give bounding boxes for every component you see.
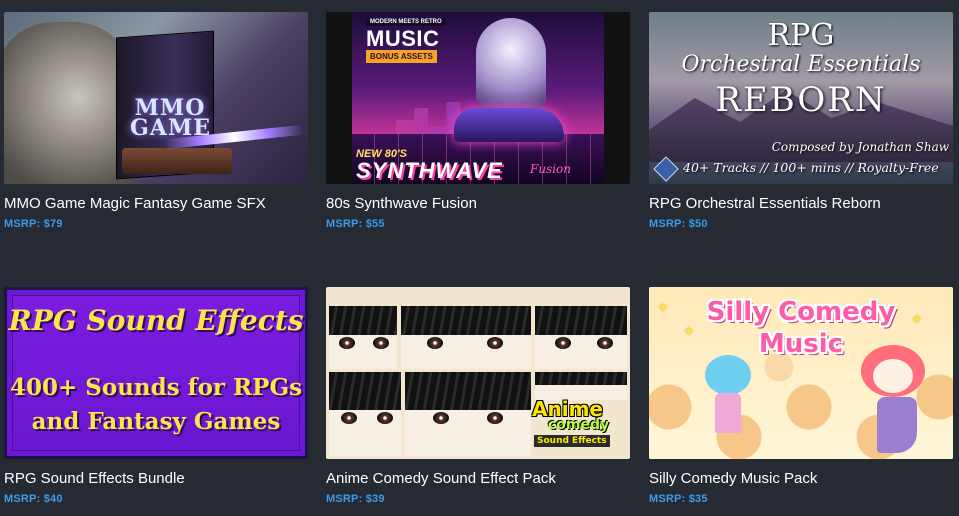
- art-main-text: SYNTHWAVE: [356, 158, 503, 183]
- letterbox-left: [326, 12, 352, 184]
- product-thumbnail[interactable]: Anime comedy Sound Effects: [326, 287, 630, 459]
- wizard-illustration: [4, 22, 134, 184]
- art-line-3: REBORN: [715, 80, 887, 120]
- art-composer: Composed by Jonathan Shaw: [771, 140, 949, 154]
- product-card[interactable]: ✦ ✦ ✦ Silly Comedy Music Silly Comedy Mu…: [649, 287, 953, 505]
- letterbox-right: [604, 12, 630, 184]
- art-info: 40+ Tracks // 100+ mins // Royalty-Free: [683, 160, 939, 175]
- product-price: MSRP: $35: [649, 493, 708, 505]
- manga-panel: [326, 369, 404, 459]
- product-price: MSRP: $50: [649, 218, 708, 230]
- product-price: MSRP: $39: [326, 493, 385, 505]
- chest-illustration: [122, 148, 232, 174]
- product-thumbnail[interactable]: ✦ ✦ ✦ Silly Comedy Music: [649, 287, 953, 459]
- art-line-1: RPG Sound Effects: [8, 304, 304, 337]
- manga-panel: [326, 303, 400, 373]
- art-tagline: MODERN MEETS RETRO: [366, 18, 446, 26]
- product-title[interactable]: 80s Synthwave Fusion: [326, 195, 630, 212]
- product-price: MSRP: $55: [326, 218, 385, 230]
- product-thumbnail[interactable]: MODERN MEETS RETRO MUSIC BONUS ASSETS NE…: [326, 12, 630, 184]
- manga-panel: [532, 303, 630, 373]
- art-script-text: Fusion: [530, 162, 572, 176]
- character-illustration-left: [705, 355, 751, 445]
- product-title[interactable]: Anime Comedy Sound Effect Pack: [326, 470, 630, 487]
- art-line-2: 400+ Sounds for RPGs: [9, 374, 303, 401]
- art-line-2: Orchestral Essentials: [681, 52, 921, 77]
- product-title[interactable]: RPG Sound Effects Bundle: [4, 470, 308, 487]
- art-line-2: Music: [758, 329, 844, 359]
- car-illustration: [454, 108, 564, 142]
- product-card[interactable]: Anime comedy Sound Effects Anime Comedy …: [326, 287, 630, 505]
- character-illustration-right: [861, 345, 925, 455]
- art-line-3: and Fantasy Games: [31, 408, 281, 435]
- product-thumbnail[interactable]: RPG Orchestral Essentials REBORN Compose…: [649, 12, 953, 184]
- product-card[interactable]: RPG Sound Effects 400+ Sounds for RPGs a…: [4, 287, 308, 505]
- product-title[interactable]: MMO Game Magic Fantasy Game SFX: [4, 195, 308, 212]
- art-line-1: Silly Comedy: [706, 297, 896, 327]
- product-title[interactable]: RPG Orchestral Essentials Reborn: [649, 195, 953, 212]
- logo-text-comedy: comedy: [548, 417, 610, 433]
- product-price: MSRP: $40: [4, 493, 63, 505]
- product-card[interactable]: RPG Orchestral Essentials REBORN Compose…: [649, 12, 953, 230]
- product-thumbnail[interactable]: RPG Sound Effects 400+ Sounds for RPGs a…: [4, 287, 308, 459]
- product-thumbnail[interactable]: MMO GAME: [4, 12, 308, 184]
- product-card[interactable]: MMO GAME MMO Game Magic Fantasy Game SFX…: [4, 12, 308, 230]
- manga-panel: [402, 369, 534, 459]
- product-title[interactable]: Silly Comedy Music Pack: [649, 470, 953, 487]
- manga-panel: [398, 303, 534, 373]
- art-heading: MUSIC: [366, 26, 440, 51]
- anime-comedy-logo: Anime comedy Sound Effects: [532, 397, 610, 453]
- logo-text-sfx: Sound Effects: [534, 435, 610, 447]
- box-art-text: MMO GAME: [130, 95, 211, 141]
- art-bonus-badge: BONUS ASSETS: [366, 50, 437, 63]
- product-card[interactable]: MODERN MEETS RETRO MUSIC BONUS ASSETS NE…: [326, 12, 630, 230]
- robot-illustration: [476, 18, 546, 108]
- product-grid: MMO GAME MMO Game Magic Fantasy Game SFX…: [0, 0, 959, 516]
- art-line-1: RPG: [767, 18, 835, 53]
- product-price: MSRP: $79: [4, 218, 63, 230]
